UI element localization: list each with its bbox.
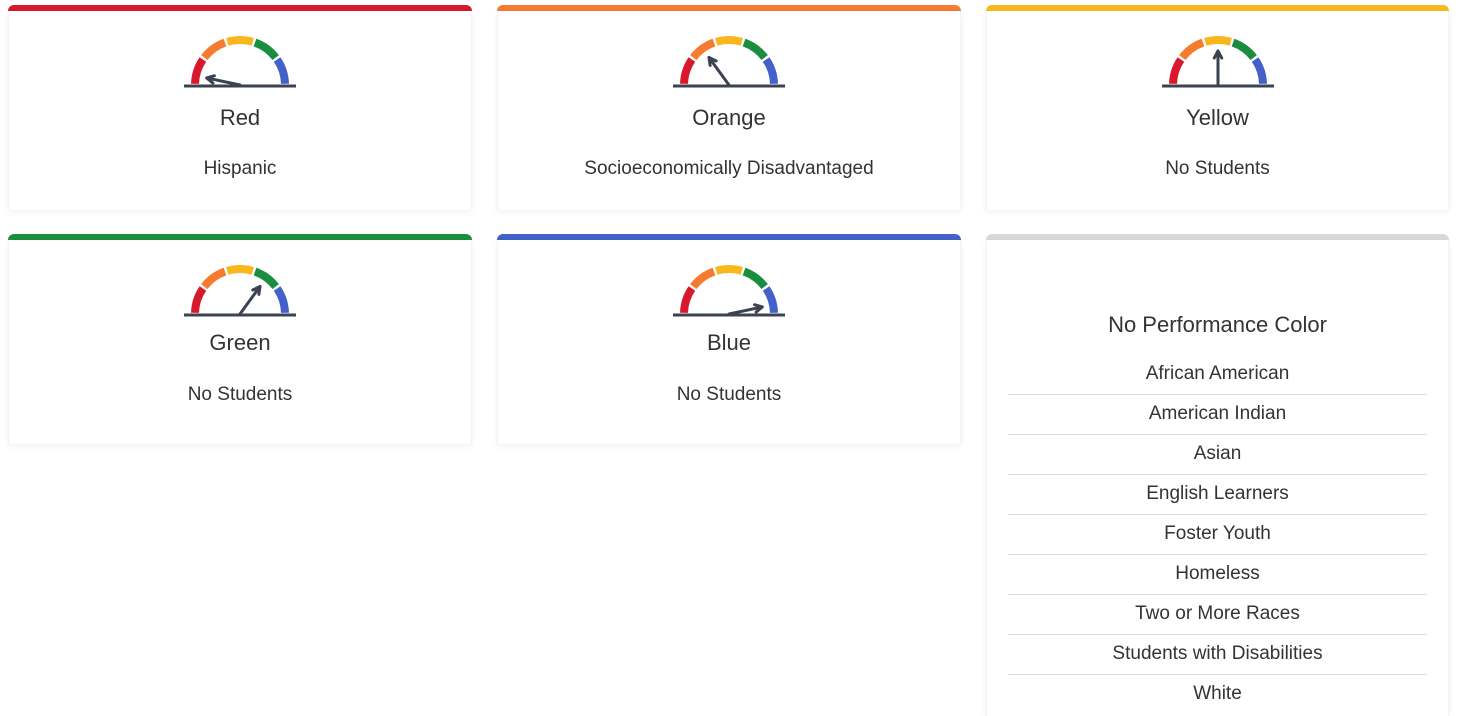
gauge-segment-blue (762, 57, 778, 85)
list-item: Homeless (1008, 555, 1427, 595)
gauge-needle (707, 55, 731, 87)
list-item: American Indian (1008, 395, 1427, 435)
performance-card-green: Green No Students (8, 234, 472, 444)
gauge-segment-green (742, 267, 768, 290)
gauge-segment-yellow (226, 265, 254, 275)
gauge-icon (673, 265, 785, 317)
student-group-list: No Students (187, 384, 293, 405)
performance-card-red: Red Hispanic (8, 5, 472, 210)
gauge-segment-orange (690, 38, 716, 61)
gauge-segment-blue (1251, 57, 1267, 85)
gauge-segment-red (680, 286, 696, 314)
gauge-segment-orange (201, 38, 227, 61)
gauge-segment-orange (690, 267, 716, 290)
performance-color-label: Blue (706, 330, 752, 355)
gauge-segment-green (742, 38, 768, 61)
gauge-segment-red (191, 286, 207, 314)
gauge-segment-red (680, 57, 696, 85)
gauge-segment-orange (1178, 38, 1205, 61)
gauge-icon (673, 36, 785, 88)
gauge-segment-blue (273, 57, 289, 85)
gauge-segment-green (1230, 38, 1257, 61)
gauge-segment-yellow (715, 36, 743, 46)
performance-card-orange: Orange Socioeconomically Disadvantaged (497, 5, 961, 210)
gauge-needle (238, 284, 262, 316)
performance-color-label: Yellow (1186, 105, 1249, 130)
no-performance-color-card: No Performance Color African American Am… (986, 234, 1449, 716)
performance-color-label: Red (219, 105, 261, 130)
gauge-segment-green (253, 267, 279, 290)
performance-color-label: Orange (692, 105, 766, 130)
list-item: Students with Disabilities (1008, 635, 1427, 675)
gauge-segment-green (253, 38, 279, 61)
no-performance-color-title: No Performance Color (1108, 312, 1327, 337)
list-item: Asian (1008, 435, 1427, 475)
student-group-list: No Students (676, 384, 782, 405)
student-group-list: Socioeconomically Disadvantaged (584, 158, 874, 179)
gauge-segment-blue (273, 286, 289, 314)
gauge-segment-yellow (1203, 36, 1232, 46)
gauge-icon (1161, 36, 1274, 88)
list-item: White (1193, 683, 1242, 704)
list-item: English Learners (1008, 475, 1427, 515)
gauge-segment-yellow (715, 265, 743, 275)
student-group-list: No Students (1165, 158, 1270, 179)
gauge-segment-blue (762, 286, 778, 314)
list-item: African American (1008, 355, 1427, 395)
performance-color-label: Green (209, 330, 271, 355)
gauge-icon (184, 265, 296, 317)
gauge-segment-orange (201, 267, 227, 290)
gauge-segment-red (1168, 57, 1184, 85)
no-performance-group-list: African American American Indian Asian E… (1008, 355, 1427, 714)
gauge-segment-red (191, 57, 207, 85)
list-item: Foster Youth (1008, 515, 1427, 555)
gauge-segment-yellow (226, 36, 254, 46)
performance-card-blue: Blue No Students (497, 234, 961, 444)
list-item: Two or More Races (1008, 595, 1427, 635)
gauge-icon (184, 36, 296, 88)
performance-card-yellow: Yellow No Students (986, 5, 1449, 210)
student-group-list: Hispanic (203, 158, 277, 179)
